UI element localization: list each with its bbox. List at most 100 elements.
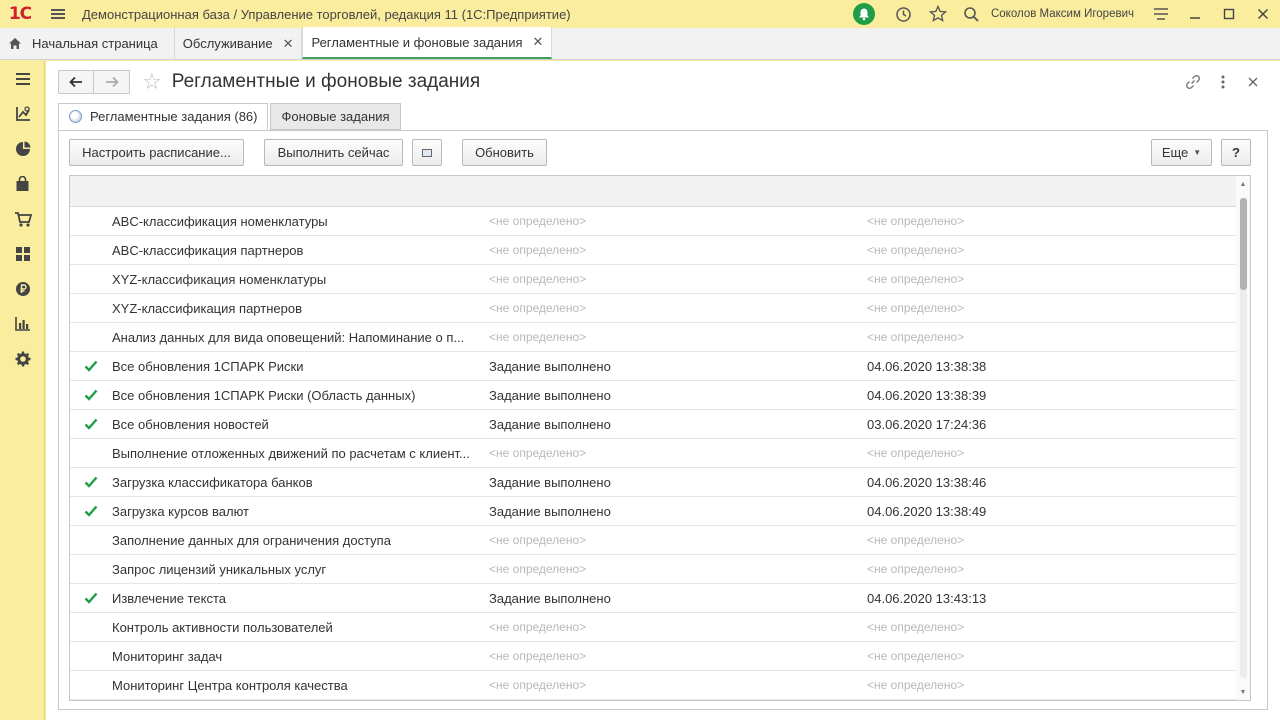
scheduled-jobs-table[interactable]: ABC-классификация номенклатуры <не опреде… — [69, 175, 1251, 701]
settings-menu-button[interactable] — [1144, 0, 1178, 28]
header-status[interactable] — [489, 176, 867, 206]
scroll-thumb[interactable] — [1240, 198, 1247, 290]
table-row[interactable]: XYZ-классификация номенклатуры <не опреде… — [70, 265, 1236, 294]
job-status-cell: <не определено> — [489, 649, 587, 663]
history-icon — [896, 6, 912, 22]
close-window-button[interactable] — [1246, 0, 1280, 28]
table-row[interactable]: Все обновления 1СПАРК Риски Задание выпол… — [70, 352, 1236, 381]
table-row[interactable]: XYZ-классификация партнеров <не определен… — [70, 294, 1236, 323]
arrow-right-icon — [105, 76, 119, 88]
home-icon — [8, 37, 22, 50]
back-button[interactable] — [58, 70, 94, 94]
table-row[interactable]: Выполнение отложенных движений по расчет… — [70, 439, 1236, 468]
job-name-cell: Заполнение данных для ограничения доступ… — [112, 532, 391, 548]
table-row[interactable]: Загрузка курсов валют Задание выполнено 04… — [70, 497, 1236, 526]
link-button[interactable] — [1178, 74, 1208, 90]
sidebar-item-sales[interactable] — [0, 166, 45, 201]
table-row[interactable]: Запрос лицензий уникальных услуг <не опре… — [70, 555, 1236, 584]
job-date-cell: <не определено> — [867, 620, 965, 634]
close-tab-icon[interactable]: ✕ — [533, 34, 544, 50]
job-date-cell: <не определено> — [867, 446, 965, 460]
chevron-down-icon: ▼ — [1193, 148, 1202, 157]
job-status-cell: Задание выполнено — [489, 358, 611, 374]
job-status-cell: <не определено> — [489, 272, 587, 286]
sidebar-item-reports[interactable] — [0, 306, 45, 341]
job-status-cell: <не определено> — [489, 446, 587, 460]
app-logo[interactable]: 1С — [0, 0, 40, 28]
scroll-down-arrow-icon[interactable]: ▼ — [1236, 684, 1250, 700]
command-bar: Настроить расписание... Выполнить сейчас… — [69, 139, 1259, 167]
table-row[interactable]: Мониторинг Центра контроля качества <не о… — [70, 671, 1236, 700]
table-row[interactable]: Все обновления 1СПАРК Риски (Область дан… — [70, 381, 1236, 410]
job-date-cell: <не определено> — [867, 301, 965, 315]
vertical-scrollbar[interactable]: ▲ ▼ — [1236, 176, 1250, 700]
minimize-icon — [1190, 17, 1200, 19]
job-name-cell: Загрузка курсов валют — [112, 503, 249, 519]
checkmark-icon — [70, 592, 112, 604]
bag-icon — [16, 175, 29, 191]
main-menu-button[interactable] — [40, 0, 76, 28]
refresh-button[interactable]: Обновить — [462, 139, 547, 166]
close-tab-icon[interactable]: ✕ — [283, 36, 294, 52]
tab-home[interactable]: Начальная страница — [0, 28, 175, 59]
maximize-button[interactable] — [1212, 0, 1246, 28]
table-row[interactable]: Анализ данных для вида оповещений: Напом… — [70, 323, 1236, 352]
settings-lines-icon — [1154, 8, 1168, 20]
table-row[interactable]: Мониторинг задач <не определено> <не опред… — [70, 642, 1236, 671]
header-enabled[interactable] — [70, 176, 112, 206]
job-name-cell: XYZ-классификация партнеров — [112, 300, 302, 316]
job-status-cell: <не определено> — [489, 533, 587, 547]
table-row[interactable]: Заполнение данных для ограничения доступ… — [70, 526, 1236, 555]
history-button[interactable] — [887, 0, 921, 28]
app-logo-text: 1С — [8, 4, 32, 24]
sidebar-item-finance[interactable] — [0, 271, 45, 306]
job-name-cell: Запрос лицензий уникальных услуг — [112, 561, 327, 577]
help-button[interactable]: ? — [1221, 139, 1251, 166]
tab-maintenance[interactable]: Обслуживание ✕ — [175, 28, 303, 59]
job-name-cell: Анализ данных для вида оповещений: Напом… — [112, 329, 465, 345]
table-row[interactable]: Извлечение текста Задание выполнено 04.06.… — [70, 584, 1236, 613]
favorites-button[interactable] — [921, 0, 955, 28]
scheduled-jobs-icon — [69, 110, 82, 123]
sidebar-item-marketing[interactable] — [0, 131, 45, 166]
header-date[interactable] — [867, 176, 1227, 206]
more-button[interactable]: Еще ▼ — [1151, 139, 1212, 166]
job-status-cell: Задание выполнено — [489, 474, 611, 490]
crm-icon — [15, 105, 30, 121]
run-now-button[interactable]: Выполнить сейчас — [264, 139, 403, 166]
minimize-button[interactable] — [1178, 0, 1212, 28]
user-name[interactable]: Соколов Максим Игоревич — [991, 8, 1134, 20]
table-row[interactable]: Все обновления новостей Задание выполнено… — [70, 410, 1236, 439]
table-row[interactable]: Загрузка классификатора банков Задание вы… — [70, 468, 1236, 497]
job-date-cell: <не определено> — [867, 214, 965, 228]
sidebar-item-administration[interactable] — [0, 341, 45, 376]
tab-scheduled-jobs-list[interactable]: Регламентные задания (86) — [58, 103, 269, 130]
sidebar-item-purchases[interactable] — [0, 201, 45, 236]
search-button[interactable] — [955, 0, 989, 28]
job-date-cell: 04.06.2020 13:43:13 — [867, 590, 987, 606]
header-name[interactable] — [112, 176, 489, 206]
sidebar-item-warehouse[interactable] — [0, 236, 45, 271]
table-row[interactable]: ABC-классификация партнеров <не определен… — [70, 236, 1236, 265]
job-date-cell: 04.06.2020 13:38:49 — [867, 503, 987, 519]
table-body: ABC-классификация номенклатуры <не опреде… — [70, 207, 1250, 700]
close-form-button[interactable] — [1238, 77, 1268, 87]
table-row[interactable]: Контроль активности пользователей <не опр… — [70, 613, 1236, 642]
notifications-button[interactable] — [852, 3, 875, 25]
table-row[interactable]: ABC-классификация номенклатуры <не опреде… — [70, 207, 1236, 236]
tab-scheduled-jobs[interactable]: Регламентные и фоновые задания ✕ — [302, 27, 553, 59]
scroll-up-arrow-icon[interactable]: ▲ — [1236, 176, 1250, 192]
tab-background-jobs[interactable]: Фоновые задания — [270, 103, 401, 130]
job-date-cell: <не определено> — [867, 562, 965, 576]
configure-schedule-button[interactable]: Настроить расписание... — [69, 139, 244, 166]
forward-button[interactable] — [94, 70, 130, 94]
job-name-cell: Выполнение отложенных движений по расчет… — [112, 445, 470, 461]
job-date-cell: 03.06.2020 17:24:36 — [867, 416, 987, 432]
sidebar-item-crm[interactable] — [0, 96, 45, 131]
favorite-star-icon[interactable]: ☆ — [142, 69, 162, 95]
tab-background-jobs-label: Фоновые задания — [281, 109, 390, 124]
link-icon — [1185, 74, 1201, 90]
job-settings-button[interactable] — [412, 139, 442, 166]
sidebar-menu-button[interactable] — [0, 61, 45, 96]
more-actions-button[interactable] — [1208, 75, 1238, 89]
